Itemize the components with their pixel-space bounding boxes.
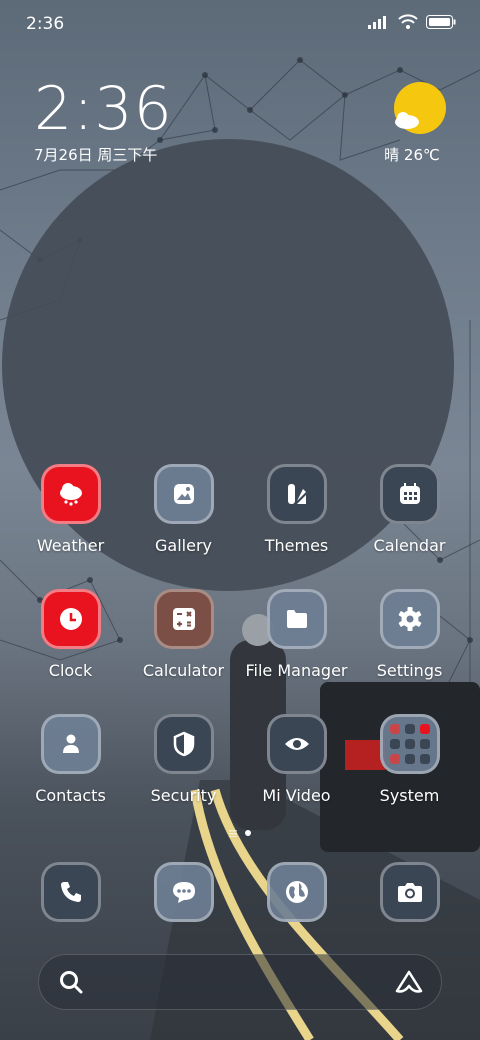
app-themes[interactable]: Themes xyxy=(240,464,353,555)
contacts-icon xyxy=(40,714,101,774)
app-label: Contacts xyxy=(35,786,106,805)
app-system-folder[interactable]: System xyxy=(353,714,466,805)
app-label: Gallery xyxy=(155,536,212,555)
weather-icon xyxy=(40,464,101,524)
dock-camera[interactable] xyxy=(353,862,466,922)
calculator-icon xyxy=(153,589,214,649)
weather-widget[interactable]: 晴 26℃ xyxy=(378,82,446,165)
app-label: Calculator xyxy=(142,661,225,680)
search-icon xyxy=(60,971,83,994)
app-weather[interactable]: Weather xyxy=(14,464,127,555)
dock-phone[interactable] xyxy=(14,862,127,922)
page-dot-active xyxy=(245,830,251,836)
app-file-manager[interactable]: File Manager xyxy=(240,589,353,680)
app-label: File Manager xyxy=(245,661,348,680)
shield-icon xyxy=(153,714,214,774)
app-label: Weather xyxy=(36,536,105,555)
status-time: 2:36 xyxy=(26,14,65,34)
app-mi-video[interactable]: Mi Video xyxy=(240,714,353,805)
app-calculator[interactable]: Calculator xyxy=(127,589,240,680)
folder-icon xyxy=(266,589,327,649)
weather-text: 晴 26℃ xyxy=(384,146,440,164)
app-label: System xyxy=(379,786,440,805)
search-bar[interactable] xyxy=(38,954,442,1010)
camera-icon xyxy=(379,862,440,922)
gear-icon xyxy=(379,589,440,649)
clock-icon xyxy=(40,589,101,649)
sunny-cloud-icon xyxy=(394,82,446,134)
themes-icon xyxy=(266,464,327,524)
messages-icon xyxy=(153,862,214,922)
battery-icon xyxy=(426,15,456,29)
app-label: Themes xyxy=(264,536,329,555)
calendar-icon xyxy=(379,464,440,524)
menu-lines-icon xyxy=(229,830,237,837)
wifi-icon xyxy=(398,14,418,29)
widget-date: 7月26日 周三下午 xyxy=(34,146,158,164)
app-calendar[interactable]: Calendar xyxy=(353,464,466,555)
gallery-icon xyxy=(153,464,214,524)
page-indicator[interactable] xyxy=(0,829,480,837)
folder-grid-icon xyxy=(379,714,440,774)
app-label: Calendar xyxy=(373,536,446,555)
dock-browser[interactable] xyxy=(240,862,353,922)
app-settings[interactable]: Settings xyxy=(353,589,466,680)
status-bar: 2:36 xyxy=(0,0,480,48)
signal-icon xyxy=(368,16,386,29)
app-label: Settings xyxy=(376,661,443,680)
eye-icon xyxy=(266,714,327,774)
phone-icon xyxy=(40,862,101,922)
clock-widget[interactable]: 2:36 7月26日 周三下午 xyxy=(34,78,173,165)
assistant-icon[interactable] xyxy=(394,969,424,995)
app-label: Security xyxy=(150,786,217,805)
dock-messages[interactable] xyxy=(127,862,240,922)
app-gallery[interactable]: Gallery xyxy=(127,464,240,555)
browser-icon xyxy=(266,862,327,922)
app-label: Clock xyxy=(48,661,93,680)
app-clock[interactable]: Clock xyxy=(14,589,127,680)
widget-time: 2:36 xyxy=(34,74,173,144)
app-label: Mi Video xyxy=(262,786,331,805)
app-contacts[interactable]: Contacts xyxy=(14,714,127,805)
app-security[interactable]: Security xyxy=(127,714,240,805)
